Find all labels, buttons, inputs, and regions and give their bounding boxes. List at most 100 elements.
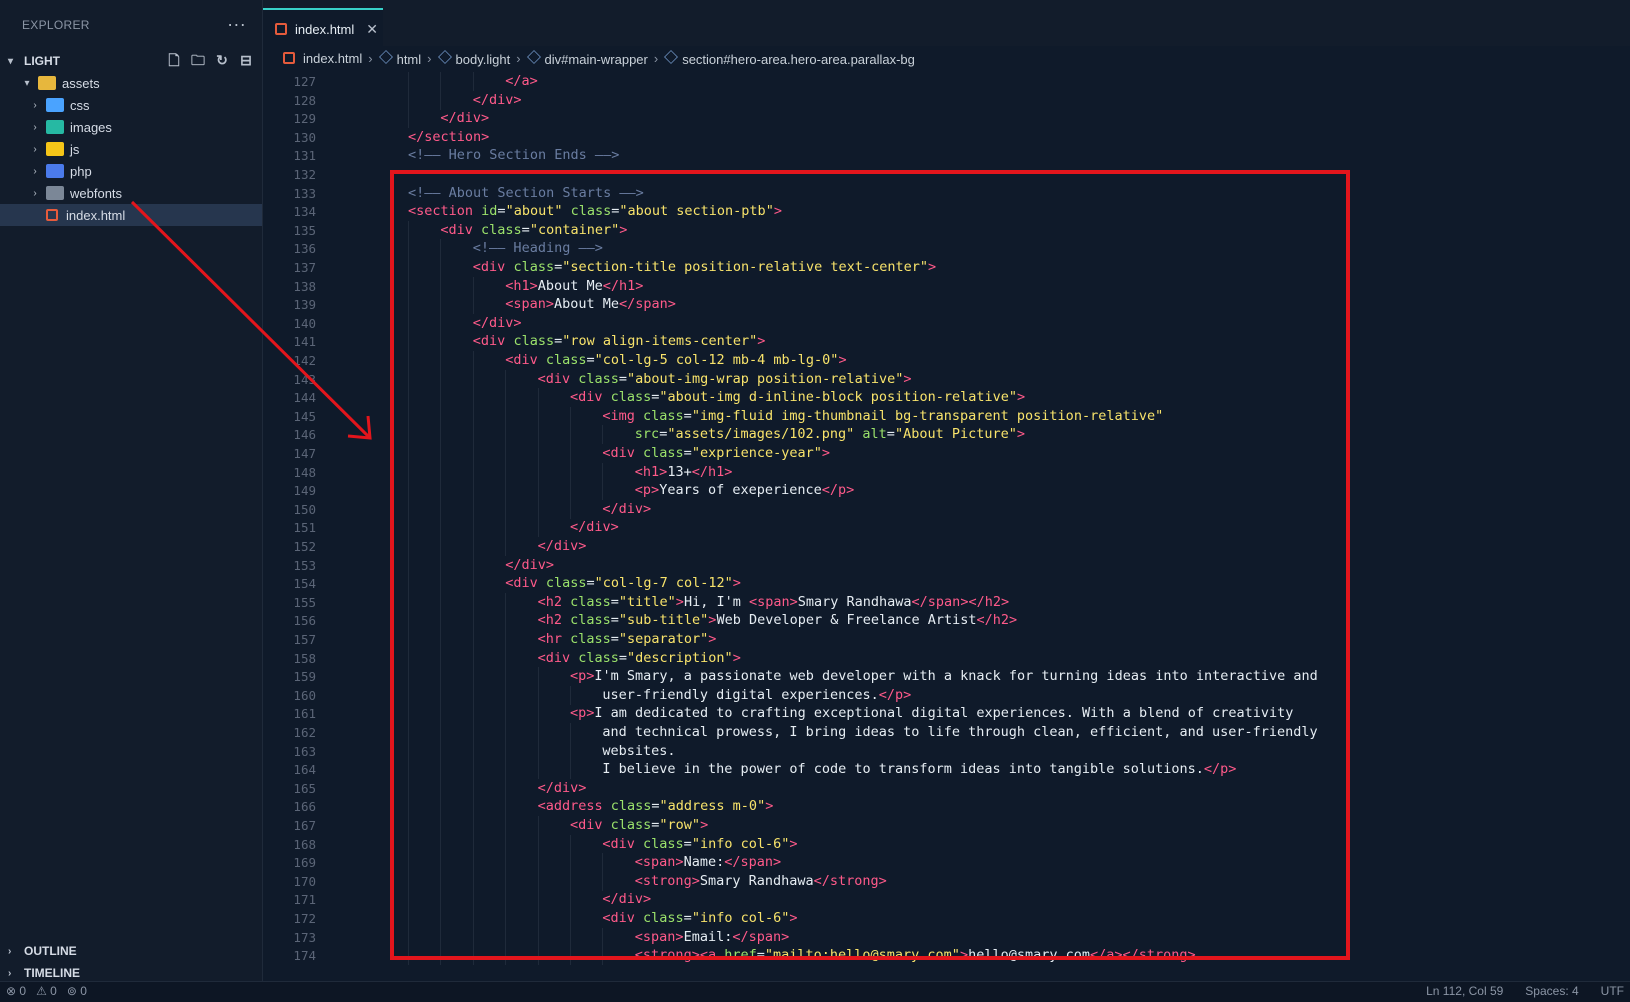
indent-guide — [505, 816, 507, 835]
tree-item-php[interactable]: › php — [0, 160, 262, 182]
code-text: <div class="about-img-wrap position-rela… — [538, 370, 912, 389]
code-line[interactable]: 149 <p>Years of exeperience</p> — [263, 481, 1630, 501]
code-line[interactable]: 141 <div class="row align-items-center"> — [263, 332, 1630, 352]
encoding[interactable]: UTF — [1601, 984, 1624, 998]
code-line[interactable]: 168 <div class="info col-6"> — [263, 834, 1630, 854]
code-line[interactable]: 170 <strong>Smary Randhawa</strong> — [263, 871, 1630, 891]
indent-guide — [505, 667, 507, 687]
code-line[interactable]: 162 and technical prowess, I bring ideas … — [263, 723, 1630, 742]
code-line[interactable]: 158 <div class="description"> — [263, 648, 1630, 668]
code-line[interactable]: 163 websites. — [263, 741, 1630, 761]
code-line[interactable]: 131 <!—— Hero Section Ends ——> — [263, 146, 1630, 165]
indent-guide — [472, 499, 474, 519]
new-folder-icon[interactable]: 🗀 — [190, 52, 206, 68]
code-line[interactable]: 172 <div class="info col-6"> — [263, 909, 1630, 928]
close-icon[interactable]: ✕ — [366, 21, 378, 38]
code-line[interactable]: 142 <div class="col-lg-5 col-12 mb-4 mb-l… — [263, 351, 1630, 370]
indent-guide — [408, 630, 409, 649]
code-token: = — [683, 407, 692, 424]
line-number: 139 — [293, 297, 316, 313]
more-actions-icon[interactable]: ··· — [227, 14, 246, 35]
code-line[interactable]: 140 </div> — [263, 313, 1630, 333]
explorer-header: EXPLORER ··· — [0, 0, 262, 50]
code-line[interactable]: 130 </section> — [263, 128, 1630, 147]
indent-guide — [408, 611, 409, 631]
code-line[interactable]: 153 </div> — [263, 555, 1630, 575]
status-bar: ⊗ 0 ⚠ 0 ⊚ 0 Ln 112, Col 59 Spaces: 4 UTF — [0, 981, 1630, 1002]
breadcrumb-item[interactable]: body.light — [437, 49, 510, 67]
tree-item-assets[interactable]: ▾ assets — [0, 72, 262, 94]
code-line[interactable]: 161 <p>I am dedicated to crafting excepti… — [263, 704, 1630, 724]
indent-guide — [408, 853, 409, 873]
new-file-icon[interactable]: 🗋 — [166, 52, 182, 68]
outline-section-header[interactable]: › OUTLINE — [0, 940, 262, 962]
code-line[interactable]: 128 </div> — [263, 90, 1630, 110]
line-number: 147 — [293, 446, 316, 461]
code-line[interactable]: 151 </div> — [263, 518, 1630, 538]
code-line[interactable]: 160 user-friendly digital experiences.</p… — [263, 685, 1630, 705]
code-line[interactable]: 174 <strong><a href="mailto:hello@smary.c… — [263, 946, 1630, 966]
code-line[interactable]: 159 <p>I'm Smary, a passionate web develo… — [263, 667, 1630, 687]
indentation[interactable]: Spaces: 4 — [1525, 984, 1578, 998]
code-line[interactable]: 147 <div class="exprience-year"> — [263, 444, 1630, 463]
indent-guide — [570, 444, 571, 463]
code-line[interactable]: 156 <h2 class="sub-title">Web Developer &… — [263, 611, 1630, 631]
code-line[interactable]: 129 </div> — [263, 109, 1630, 129]
code-line[interactable]: 155 <h2 class="title">Hi, I'm <span>Smary… — [263, 592, 1630, 612]
breadcrumb-item[interactable]: html — [378, 49, 421, 67]
tree-item-js[interactable]: › js — [0, 138, 262, 160]
code-line[interactable]: 127 </a> — [263, 72, 1630, 91]
code-line[interactable]: 132 — [263, 165, 1630, 184]
code-line[interactable]: 134 <section id="about" class="about sect… — [263, 202, 1630, 221]
warnings-count[interactable]: ⚠ 0 — [36, 984, 57, 998]
ports-count[interactable]: ⊚ 0 — [67, 984, 87, 998]
code-line[interactable]: 157 <hr class="separator"> — [263, 630, 1630, 649]
code-line[interactable]: 171 </div> — [263, 890, 1630, 910]
code-line[interactable]: 165 </div> — [263, 778, 1630, 798]
tab-index-html[interactable]: index.html ✕ — [263, 8, 383, 48]
code-line[interactable]: 154 <div class="col-lg-7 col-12"> — [263, 574, 1630, 594]
code-editor[interactable]: 127 </a> 128 </div> 129 </div> 130 </section> 13… — [263, 70, 1630, 982]
tree-item-index-html[interactable]: index.html — [0, 204, 262, 226]
indent-guide — [537, 853, 539, 873]
code-line[interactable]: 144 <div class="about-img d-inline-block … — [263, 388, 1630, 408]
code-token: I'm Smary, a passionate web developer wi… — [594, 668, 1318, 685]
code-text: and technical prowess, I bring ideas to … — [602, 723, 1317, 742]
breadcrumb-item[interactable]: div#main-wrapper — [526, 49, 648, 67]
code-line[interactable]: 166 <address class="address m-0"> — [263, 797, 1630, 817]
tree-item-images[interactable]: › images — [0, 116, 262, 138]
breadcrumb-item[interactable]: index.html — [279, 51, 362, 66]
code-line[interactable]: 135 <div class="container"> — [263, 220, 1630, 240]
code-line[interactable]: 137 <div class="section-title position-re… — [263, 258, 1630, 277]
chevron-right-icon: › — [33, 165, 37, 177]
code-token: <!—— About Section Starts ——> — [408, 184, 644, 201]
indent-guide — [505, 630, 507, 649]
project-folder-header[interactable]: ▾ LIGHT 🗋 🗀 ↻ ⊟ — [0, 50, 262, 72]
code-line[interactable]: 150 </div> — [263, 499, 1630, 519]
cursor-position[interactable]: Ln 112, Col 59 — [1426, 984, 1503, 998]
code-line[interactable]: 148 <h1>13+</h1> — [263, 462, 1630, 482]
code-line[interactable]: 167 <div class="row"> — [263, 816, 1630, 835]
code-line[interactable]: 136 <!—— Heading ——> — [263, 239, 1630, 259]
tree-item-webfonts[interactable]: › webfonts — [0, 182, 262, 204]
collapse-all-icon[interactable]: ⊟ — [238, 52, 254, 68]
indent-guide — [408, 276, 409, 296]
tree-item-css[interactable]: › css — [0, 94, 262, 116]
code-line[interactable]: 173 <span>Email:</span> — [263, 927, 1630, 947]
code-line[interactable]: 138 <h1>About Me</h1> — [263, 276, 1630, 296]
code-line[interactable]: 152 </div> — [263, 537, 1630, 556]
code-line[interactable]: 139 <span>About Me</span> — [263, 295, 1630, 315]
errors-count[interactable]: ⊗ 0 — [6, 984, 26, 998]
code-text: <strong>Smary Randhawa</strong> — [635, 872, 887, 891]
code-line[interactable]: 133 <!—— About Section Starts ——> — [263, 184, 1630, 203]
indent-guide — [440, 351, 442, 370]
code-line[interactable]: 164 I believe in the power of code to tra… — [263, 760, 1630, 780]
breadcrumb: index.html › html › body.light › div#main-wrap… — [263, 46, 1630, 70]
code-line[interactable]: 143 <div class="about-img-wrap position-r… — [263, 369, 1630, 389]
code-line[interactable]: 169 <span>Name:</span> — [263, 853, 1630, 873]
breadcrumb-item[interactable]: section#hero-area.hero-area.parallax-bg — [664, 49, 915, 67]
code-token: > — [675, 593, 684, 610]
code-line[interactable]: 146 src="assets/images/102.png" alt="Abou… — [263, 425, 1630, 445]
code-line[interactable]: 145 <img class="img-fluid img-thumbnail b… — [263, 406, 1630, 426]
refresh-icon[interactable]: ↻ — [214, 52, 230, 68]
